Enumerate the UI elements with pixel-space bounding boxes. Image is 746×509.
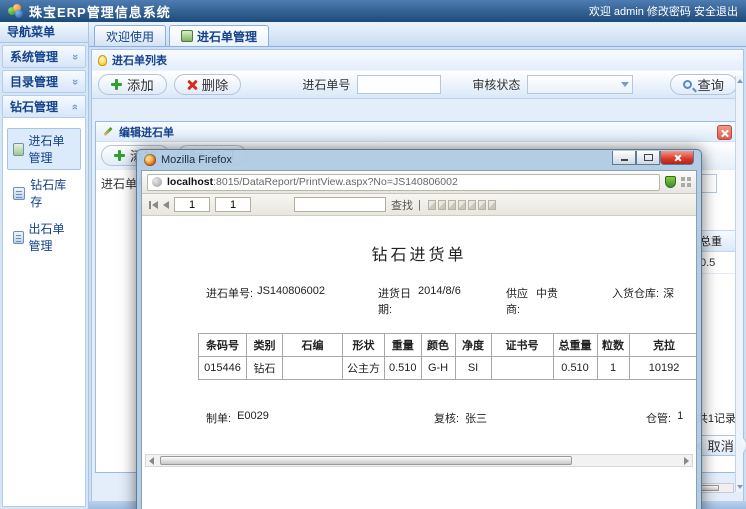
search-button[interactable]: 查询 (670, 74, 737, 95)
plus-icon (114, 150, 125, 161)
report-search-input[interactable] (294, 197, 386, 212)
chevron-down-icon: » (69, 53, 81, 59)
audit-status-select[interactable] (527, 75, 633, 94)
dropdown-arrow-icon (621, 82, 629, 87)
chevron-up-icon: » (69, 103, 81, 109)
report-horizontal-scrollbar[interactable] (145, 454, 693, 467)
minimize-button[interactable] (612, 151, 636, 165)
close-window-button[interactable] (660, 151, 694, 165)
first-page-button[interactable] (149, 201, 158, 209)
report-order-no: 进石单号:JS140806002 (206, 285, 378, 317)
report-warehouse-keeper: 仓管:1 (646, 410, 683, 426)
report-reviewer: 复核:张三 (434, 410, 646, 426)
report-page: 钻石进货单 进石单号:JS140806002 进货日期:2014/8/6 供应商… (142, 216, 696, 509)
sidebar-title: 导航菜单 (0, 22, 88, 43)
plus-icon (111, 79, 122, 90)
app-logo-icon (8, 4, 24, 18)
sidebar-group-diamond[interactable]: 钻石管理 » (2, 95, 86, 118)
diamond-stock-icon (13, 187, 25, 200)
report-warehouse: 入货仓库:深 (612, 285, 674, 317)
report-viewer-toolbar: 查找 | (142, 194, 696, 216)
find-button[interactable]: 查找 (391, 197, 413, 213)
report-table: 条码号 类别 石编 形状 重量 颜色 净度 证书号 总重量 粒数 克拉 (198, 333, 696, 380)
report-info-row: 进石单号:JS140806002 进货日期:2014/8/6 供应商:中贵 入货… (206, 285, 696, 317)
tab-grid-icon (181, 30, 193, 42)
window-controls (612, 151, 694, 165)
list-panel-header: 进石单列表 (92, 50, 743, 70)
add-button[interactable]: 添加 (98, 74, 167, 95)
page-tools-icon[interactable] (681, 177, 691, 187)
security-shield-icon[interactable] (665, 176, 676, 188)
popup-window-title: Mozilla Firefox (161, 154, 232, 166)
url-host: localhost (167, 176, 213, 188)
current-page-input[interactable] (174, 197, 210, 212)
pencil-icon (103, 127, 112, 136)
report-title: 钻石进货单 (142, 241, 696, 265)
export-format-icons[interactable] (428, 200, 496, 210)
toolbar-separator: | (418, 199, 421, 211)
top-header-bar: 珠宝ERP管理信息系统 欢迎 admin 修改密码 安全退出 (0, 0, 746, 22)
sidebar-group-catalog[interactable]: 目录管理 » (2, 70, 86, 93)
order-no-label: 进石单号 (302, 76, 350, 93)
popup-chrome: localhost:8015/DataReport/PrintView.aspx… (141, 170, 697, 509)
sidebar-item-stone-in-orders[interactable]: 进石单管理 (7, 128, 81, 170)
page-favicon (152, 177, 162, 187)
edit-panel-header: 编辑进石单 (96, 122, 739, 142)
audit-status-label: 审核状态 (472, 76, 520, 93)
report-date: 进货日期:2014/8/6 (378, 285, 506, 317)
scrollbar-thumb[interactable] (160, 456, 572, 465)
report-preparer: 制单:E0029 (206, 410, 434, 426)
url-path: :8015/DataReport/PrintView.aspx?No=JS140… (213, 176, 458, 188)
tab-bar: 欢迎使用 进石单管理 (89, 22, 746, 47)
panel-close-button[interactable] (717, 125, 732, 140)
prev-page-button[interactable] (163, 201, 169, 209)
sidebar-item-diamond-stock[interactable]: 钻石库存 (7, 172, 81, 214)
sidebar: 导航菜单 系统管理 » 目录管理 » 钻石管理 » 进石单管理 钻石 (0, 22, 89, 509)
stone-out-order-icon (13, 231, 24, 244)
order-no-filter-input[interactable] (357, 75, 441, 94)
delete-x-icon (187, 80, 197, 90)
url-bar: localhost:8015/DataReport/PrintView.aspx… (142, 171, 696, 194)
lightbulb-icon (98, 55, 107, 66)
main-vertical-scrollbar[interactable] (735, 76, 743, 492)
report-table-wrap: 条码号 类别 石编 形状 重量 颜色 净度 证书号 总重量 粒数 克拉 (198, 333, 696, 380)
sidebar-group-diamond-body: 进石单管理 钻石库存 出石单管理 (2, 118, 86, 507)
total-pages-box[interactable] (215, 197, 251, 212)
address-field[interactable]: localhost:8015/DataReport/PrintView.aspx… (147, 174, 660, 191)
firefox-icon (144, 154, 156, 166)
scroll-left-arrow-icon[interactable] (149, 457, 154, 465)
report-table-data-row: 015446 钻石 公主方 0.510 G-H SI 0.510 1 10192 (199, 357, 697, 380)
stone-in-order-icon (13, 143, 24, 156)
scroll-right-arrow-icon[interactable] (684, 457, 689, 465)
search-icon (683, 80, 692, 89)
scroll-down-arrow-icon[interactable] (737, 485, 743, 489)
report-supplier: 供应商:中贵 (506, 285, 612, 317)
popup-title-bar[interactable]: Mozilla Firefox (141, 150, 697, 170)
list-toolbar: 添加 删除 进石单号 审核状态 查询 (92, 70, 743, 99)
tab-stone-in-order[interactable]: 进石单管理 (169, 25, 269, 46)
user-session-links[interactable]: 欢迎 admin 修改密码 安全退出 (589, 3, 738, 19)
report-footer-row: 制单:E0029 复核:张三 仓管:1 (206, 410, 696, 426)
sidebar-item-stone-out-orders[interactable]: 出石单管理 (7, 216, 81, 258)
app-window: 珠宝ERP管理信息系统 欢迎 admin 修改密码 安全退出 导航菜单 系统管理… (0, 0, 746, 509)
sidebar-group-system[interactable]: 系统管理 » (2, 45, 86, 68)
maximize-button[interactable] (636, 151, 660, 165)
report-table-header-row: 条码号 类别 石编 形状 重量 颜色 净度 证书号 总重量 粒数 克拉 (199, 334, 697, 357)
app-title: 珠宝ERP管理信息系统 (29, 2, 171, 21)
firefox-popup-window: Mozilla Firefox localhost:8015/DataRepor… (136, 149, 702, 509)
delete-button[interactable]: 删除 (174, 74, 242, 95)
tab-welcome[interactable]: 欢迎使用 (94, 25, 166, 46)
scroll-up-arrow-icon[interactable] (737, 79, 743, 83)
chevron-down-icon: » (69, 78, 81, 84)
